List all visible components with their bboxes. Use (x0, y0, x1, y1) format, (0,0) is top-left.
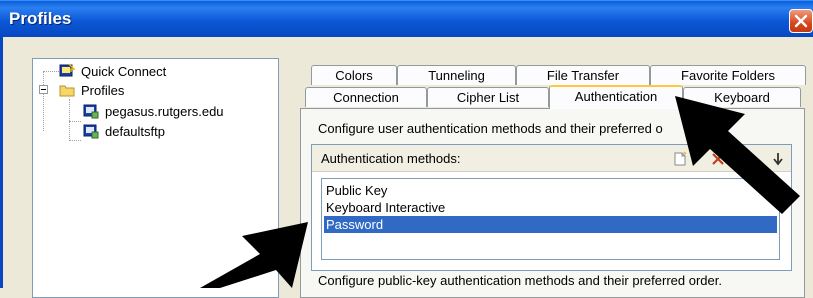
annotation-arrow-upper (675, 96, 800, 214)
tree-item-pegasus[interactable]: pegasus.rutgers.edu (83, 102, 224, 120)
method-keyboard-interactive[interactable]: Keyboard Interactive (324, 199, 445, 216)
folder-icon (59, 82, 75, 98)
public-key-description: Configure public-key authentication meth… (318, 273, 722, 288)
window-title: Profiles (9, 9, 72, 28)
tree-item-profiles[interactable]: Profiles (59, 81, 124, 99)
tab-tunneling[interactable]: Tunneling (397, 65, 516, 85)
tree-item-label: Quick Connect (81, 63, 167, 79)
panel-description: Configure user authentication methods an… (318, 121, 663, 136)
close-button[interactable] (789, 9, 813, 33)
tree-item-label: defaultsftp (105, 123, 165, 139)
tree-item-label: Profiles (81, 82, 125, 98)
tab-favorite-folders[interactable]: Favorite Folders (650, 65, 806, 85)
tree-item-defaultsftp[interactable]: defaultsftp (83, 122, 165, 140)
tree-item-label: pegasus.rutgers.edu (105, 103, 224, 119)
group-label: Authentication methods: (321, 151, 461, 166)
tree-item-quick-connect[interactable]: Quick Connect (59, 62, 166, 80)
close-icon (794, 14, 808, 28)
profile-icon (83, 123, 99, 139)
tab-colors[interactable]: Colors (311, 65, 397, 85)
tab-connection[interactable]: Connection (305, 87, 427, 107)
quick-connect-icon (59, 63, 76, 79)
profile-icon (83, 103, 99, 119)
method-public-key[interactable]: Public Key (324, 182, 387, 199)
annotation-arrow-lower (200, 222, 308, 288)
method-password[interactable]: Password (324, 216, 777, 233)
tab-file-transfer[interactable]: File Transfer (516, 65, 650, 85)
collapse-toggle[interactable] (39, 85, 48, 94)
title-bar: Profiles (0, 0, 813, 38)
tab-cipher-list[interactable]: Cipher List (427, 87, 549, 107)
